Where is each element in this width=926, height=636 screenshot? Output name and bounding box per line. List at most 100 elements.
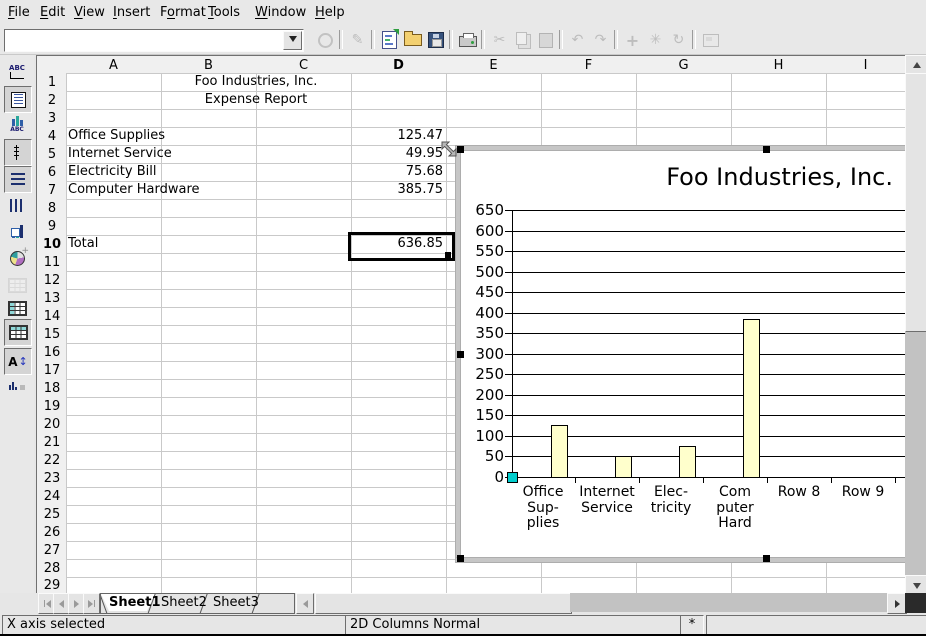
column-header-C[interactable]: C: [256, 55, 352, 75]
bar-office-sup-plies[interactable]: [551, 425, 568, 478]
scroll-down-button[interactable]: [905, 575, 926, 595]
cut-icon[interactable]: ✂: [488, 29, 511, 51]
select-all-corner[interactable]: [36, 55, 68, 75]
column-header-D[interactable]: D: [351, 55, 447, 75]
row-header-9[interactable]: 9: [36, 217, 68, 236]
table-row-icon[interactable]: [4, 319, 32, 346]
row-header-23[interactable]: 23: [36, 469, 68, 488]
cell-D4[interactable]: 125.47: [351, 127, 443, 145]
row-header-28[interactable]: 28: [36, 559, 68, 578]
column-header-G[interactable]: G: [636, 55, 732, 75]
menu-tools[interactable]: Tools: [208, 0, 240, 25]
sparkle-icon[interactable]: ✳: [644, 29, 667, 51]
name-box-dropdown-button[interactable]: [283, 31, 302, 50]
cell-B2[interactable]: Expense Report: [161, 91, 351, 109]
row-header-14[interactable]: 14: [36, 307, 68, 326]
redo-icon[interactable]: ↷: [589, 29, 612, 51]
cell-D6[interactable]: 75.68: [351, 163, 443, 181]
tab-scroll-left-button[interactable]: [296, 593, 314, 614]
copy-icon[interactable]: [511, 29, 534, 51]
cell-A5[interactable]: Internet Service: [68, 145, 172, 163]
undo-icon[interactable]: ↶: [566, 29, 589, 51]
move-icon[interactable]: +: [621, 29, 644, 51]
edit-icon[interactable]: ✎: [346, 29, 369, 51]
column-header-H[interactable]: H: [731, 55, 827, 75]
row-header-24[interactable]: 24: [36, 487, 68, 506]
menu-insert[interactable]: Insert: [113, 0, 150, 25]
vertical-scrollbar[interactable]: [905, 55, 926, 593]
category-label-4[interactable]: Com puter Hard: [703, 485, 767, 532]
row-header-25[interactable]: 25: [36, 505, 68, 524]
v-gridlines-icon[interactable]: [4, 193, 30, 218]
chart-selection-handle-5[interactable]: [763, 555, 770, 562]
menu-format[interactable]: Format: [160, 0, 206, 25]
frame-icon[interactable]: [699, 29, 722, 51]
name-box-input[interactable]: [6, 31, 286, 50]
row-header-18[interactable]: 18: [36, 379, 68, 398]
h-gridlines-icon[interactable]: [4, 166, 32, 193]
save-icon[interactable]: [424, 29, 447, 51]
row-header-12[interactable]: 12: [36, 271, 68, 290]
scroll-right-button[interactable]: [887, 593, 907, 614]
row-header-16[interactable]: 16: [36, 343, 68, 362]
cell-A4[interactable]: Office Supplies: [68, 127, 165, 145]
row-header-3[interactable]: 3: [36, 109, 68, 128]
new-icon[interactable]: [378, 29, 401, 51]
chart-title[interactable]: Foo Industries, Inc.: [666, 163, 893, 191]
category-label-1[interactable]: Office Sup- plies: [511, 485, 575, 532]
table-col-icon[interactable]: [4, 296, 30, 321]
chart-selection-handle-3[interactable]: [457, 351, 464, 358]
chart-frame-top[interactable]: [455, 145, 926, 151]
category-label-6[interactable]: Row 9: [831, 485, 895, 501]
bar-com-puter-hard[interactable]: [743, 319, 760, 478]
cell-B1[interactable]: Foo Industries, Inc.: [161, 73, 351, 91]
horizontal-scrollbar-thumb[interactable]: [315, 593, 572, 614]
x-axis-selection-handle[interactable]: [507, 472, 518, 483]
cell-D7[interactable]: 385.75: [351, 181, 443, 199]
row-header-2[interactable]: 2: [36, 91, 68, 110]
mini-chart-icon[interactable]: [4, 373, 30, 398]
row-header-21[interactable]: 21: [36, 433, 68, 452]
row-header-4[interactable]: 4: [36, 127, 68, 146]
menu-window[interactable]: Window: [255, 0, 306, 25]
scroll-up-button[interactable]: [905, 55, 926, 75]
row-header-22[interactable]: 22: [36, 451, 68, 470]
y-axis-line[interactable]: [512, 210, 513, 478]
embedded-chart-object[interactable]: Foo Industries, Inc. 0501001502002503003…: [455, 145, 926, 563]
row-header-11[interactable]: 11: [36, 253, 68, 272]
category-label-2[interactable]: Internet Service: [575, 485, 639, 516]
revert-icon[interactable]: ↻: [667, 29, 690, 51]
tab-sheet2[interactable]: Sheet2: [161, 594, 205, 612]
open-icon[interactable]: [401, 29, 424, 51]
bar-style-icon[interactable]: [4, 219, 30, 244]
row-header-13[interactable]: 13: [36, 289, 68, 308]
menu-view[interactable]: View: [74, 0, 105, 25]
tab-last-button[interactable]: [83, 593, 100, 614]
bar-internet-service[interactable]: [615, 456, 632, 478]
row-header-1[interactable]: 1: [36, 73, 68, 92]
menu-file[interactable]: File: [8, 0, 30, 25]
column-header-E[interactable]: E: [446, 55, 542, 75]
category-label-5[interactable]: Row 8: [767, 485, 831, 501]
fill-handle[interactable]: [445, 252, 451, 258]
active-cell-border[interactable]: [348, 232, 455, 261]
pie-wizard-icon[interactable]: +: [4, 246, 30, 271]
cell-A7[interactable]: Computer Hardware: [68, 181, 200, 199]
row-header-27[interactable]: 27: [36, 541, 68, 560]
horizontal-scrollbar-track[interactable]: [570, 593, 887, 612]
stop-icon[interactable]: [314, 29, 337, 51]
row-header-5[interactable]: 5: [36, 145, 68, 164]
category-label-3[interactable]: Elec- tricity: [639, 485, 703, 516]
row-header-7[interactable]: 7: [36, 181, 68, 200]
vertical-scrollbar-thumb[interactable]: [905, 73, 926, 332]
row-header-10[interactable]: 10: [36, 235, 68, 254]
column-header-A[interactable]: A: [66, 55, 162, 75]
row-header-15[interactable]: 15: [36, 325, 68, 344]
row-header-8[interactable]: 8: [36, 199, 68, 218]
axis-ticks-icon[interactable]: [4, 139, 32, 166]
menu-edit[interactable]: Edit: [40, 0, 65, 25]
table-icon[interactable]: [4, 273, 30, 298]
row-header-20[interactable]: 20: [36, 415, 68, 434]
row-header-17[interactable]: 17: [36, 361, 68, 380]
print-icon[interactable]: [456, 29, 479, 51]
